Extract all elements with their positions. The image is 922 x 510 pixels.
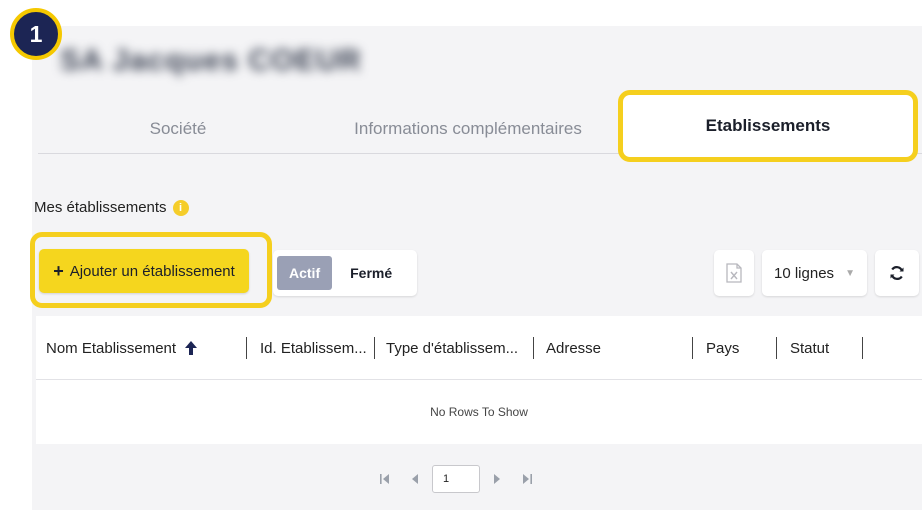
last-page-icon: [523, 474, 532, 484]
rows-per-page-select[interactable]: 10 lignes ▼: [762, 250, 867, 296]
toggle-ferme[interactable]: Fermé: [340, 256, 402, 290]
chevron-down-icon: ▼: [845, 267, 855, 279]
status-toggle-group: Actif Fermé: [273, 250, 417, 296]
chevron-left-icon: [412, 474, 418, 484]
toggle-actif[interactable]: Actif: [277, 256, 333, 290]
column-separator[interactable]: [533, 337, 534, 359]
column-separator[interactable]: [692, 337, 693, 359]
excel-file-icon: [726, 263, 742, 283]
col-header-pays[interactable]: Pays: [706, 316, 739, 380]
col-header-id[interactable]: Id. Etablissem...: [260, 316, 367, 380]
refresh-icon: [890, 266, 904, 280]
export-excel-button[interactable]: [714, 250, 754, 296]
section-title-text: Mes établissements: [34, 199, 167, 216]
tab-informations-complementaires[interactable]: Informations complémentaires: [318, 104, 618, 154]
step-number-badge: 1: [10, 8, 62, 60]
col-header-adresse[interactable]: Adresse: [546, 316, 601, 380]
empty-grid-message: No Rows To Show: [430, 405, 528, 419]
etablissements-grid: Nom Etablissement Id. Etablissem... Type…: [36, 316, 922, 444]
add-etablissement-button[interactable]: + Ajouter un établissement: [39, 249, 249, 293]
col-header-statut[interactable]: Statut: [790, 316, 829, 380]
add-etablissement-label: Ajouter un établissement: [69, 262, 235, 280]
pagination: [372, 462, 540, 496]
add-button-highlight: + Ajouter un établissement: [30, 232, 272, 308]
first-page-icon: [380, 474, 389, 484]
previous-page-button[interactable]: [402, 464, 428, 494]
plus-icon: +: [53, 261, 64, 281]
col-header-nom-label: Nom Etablissement: [46, 339, 177, 357]
rows-per-page-value: 10 lignes: [774, 264, 835, 282]
page-number-input[interactable]: [432, 465, 480, 493]
col-header-type[interactable]: Type d'établissem...: [386, 316, 518, 380]
chevron-right-icon: [494, 474, 500, 484]
company-name-title: SA Jacques COEUR: [60, 44, 362, 77]
first-page-button[interactable]: [372, 464, 398, 494]
tab-societe[interactable]: Société: [38, 104, 318, 154]
col-header-nom[interactable]: Nom Etablissement: [46, 316, 198, 380]
section-title: Mes établissements i: [34, 199, 189, 216]
tab-bar: Société Informations complémentaires Eta…: [38, 90, 922, 162]
grid-header-row: Nom Etablissement Id. Etablissem... Type…: [36, 316, 922, 380]
column-separator[interactable]: [776, 337, 777, 359]
next-page-button[interactable]: [484, 464, 510, 494]
refresh-button[interactable]: [875, 250, 919, 296]
tab-etablissements[interactable]: Etablissements: [618, 90, 918, 162]
sort-ascending-icon[interactable]: [184, 340, 198, 356]
column-separator[interactable]: [246, 337, 247, 359]
column-separator[interactable]: [862, 337, 863, 359]
last-page-button[interactable]: [514, 464, 540, 494]
column-separator[interactable]: [374, 337, 375, 359]
info-icon[interactable]: i: [172, 199, 189, 216]
